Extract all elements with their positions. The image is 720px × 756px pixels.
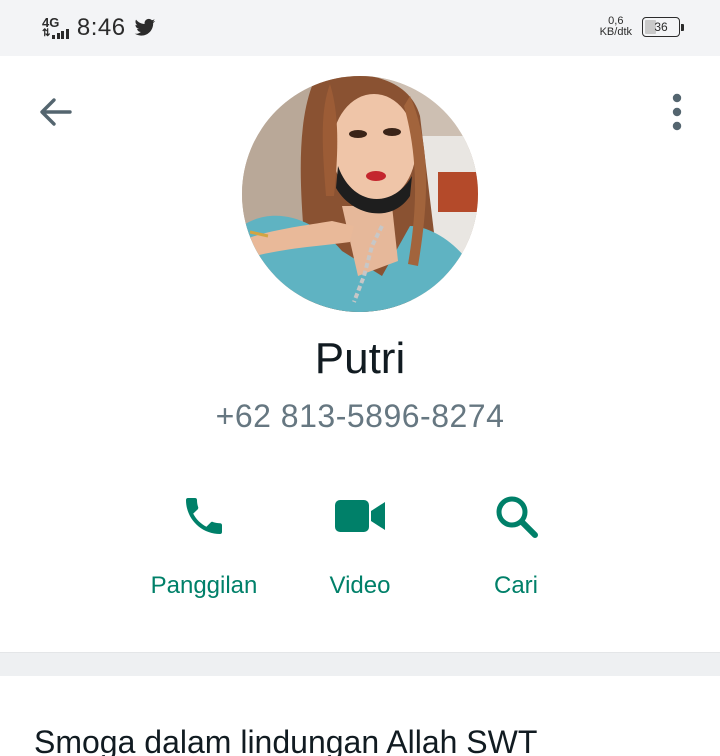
profile-photo[interactable] (242, 76, 478, 312)
contact-phone[interactable]: +62 813-5896-8274 (0, 398, 720, 435)
contact-name: Putri (314, 334, 406, 383)
status-bar-left: 4G ⇅ 8:46 (42, 14, 156, 42)
more-vert-icon (672, 93, 682, 131)
about-text[interactable]: Smoga dalam lindungan Allah SWT (34, 724, 537, 756)
phone-icon (186, 498, 222, 534)
more-options-button[interactable] (664, 92, 690, 132)
section-divider (0, 652, 720, 676)
video-call-button[interactable]: Video (270, 486, 450, 600)
data-arrows-icon: ⇅ (42, 28, 51, 39)
battery-percent: 36 (654, 20, 668, 34)
back-button[interactable] (36, 92, 76, 132)
call-button[interactable]: Panggilan (114, 486, 294, 600)
battery-icon: 36 (642, 17, 684, 37)
video-camera-icon (335, 500, 385, 532)
status-time: 8:46 (76, 14, 126, 41)
signal-bars-icon (52, 29, 69, 39)
twitter-icon (134, 18, 155, 36)
network-indicator: 4G ⇅ (42, 15, 69, 39)
video-call-button-label: Video (329, 572, 391, 599)
network-speed: 0,6 KB/dtk (600, 16, 632, 38)
search-button-label: Cari (493, 572, 538, 599)
battery-tip (681, 24, 684, 31)
call-button-label: Panggilan (150, 572, 258, 599)
search-icon (496, 496, 538, 538)
network-speed-unit: KB/dtk (599, 26, 632, 38)
search-button[interactable]: Cari (426, 486, 606, 600)
status-bar: 4G ⇅ 8:46 0,6 KB/dtk 36 (0, 0, 720, 56)
profile-photo-image (242, 76, 478, 312)
status-bar-right: 0,6 KB/dtk 36 (600, 16, 684, 38)
network-type-label: 4G (42, 15, 60, 30)
arrow-left-icon (40, 98, 72, 126)
